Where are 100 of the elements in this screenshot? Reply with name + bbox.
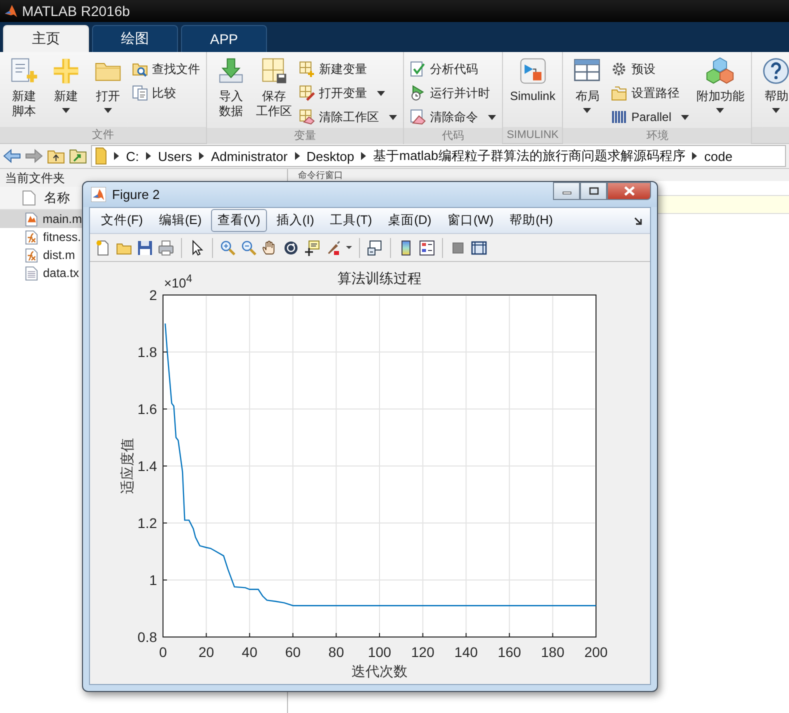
menu-item[interactable]: 帮助(H) (502, 209, 560, 232)
plus-icon (51, 56, 81, 86)
x-tick-label: 60 (285, 644, 301, 660)
ribbon-button[interactable]: 分析代码 (408, 58, 498, 80)
eraser-icon (410, 109, 426, 125)
ribbon-button[interactable]: 预设 (609, 58, 692, 80)
y-tick-label: 1.2 (138, 515, 157, 531)
printer-icon[interactable] (158, 240, 174, 256)
group-label: 文件 (92, 129, 114, 141)
parallel-bars-icon (611, 109, 628, 125)
separator-icon (294, 152, 300, 160)
path-segment[interactable]: Administrator (210, 148, 288, 164)
file-row[interactable]: main.m (0, 210, 82, 228)
ribbon-button[interactable]: 新建脚本 (4, 56, 44, 119)
ribbon-button[interactable]: 打开变量 (297, 82, 399, 104)
ribbon-button[interactable]: Parallel (609, 106, 692, 128)
column-header[interactable]: 名称 (0, 187, 82, 210)
minimize-button[interactable] (553, 182, 580, 200)
ribbon-button[interactable]: Simulink (507, 56, 558, 104)
ribbon-button[interactable]: 清除命令 (408, 106, 498, 128)
run-clock-icon (410, 85, 426, 101)
legend-icon[interactable] (419, 240, 435, 256)
separator-icon (692, 152, 698, 160)
rotate-icon[interactable] (283, 240, 299, 256)
brush-icon[interactable] (325, 240, 341, 256)
ribbon-button[interactable]: 清除工作区 (297, 106, 399, 128)
code-check-icon (410, 61, 426, 77)
y-axis-label: 适应度值 (119, 438, 135, 494)
group-label: 环境 (646, 130, 668, 142)
menu-item[interactable]: 查看(V) (210, 209, 268, 232)
menu-item[interactable]: 桌面(D) (381, 209, 438, 232)
window-title: MATLAB R2016b (22, 3, 130, 19)
x-axis-label: 迭代次数 (352, 663, 408, 679)
x-tick-label: 200 (584, 644, 608, 660)
path-segment[interactable]: Users (158, 148, 192, 164)
x-tick-label: 20 (198, 644, 214, 660)
figure-title: Figure 2 (112, 187, 160, 202)
ribbon-button[interactable]: 比较 (130, 82, 202, 104)
panel-title: 当前文件夹 (5, 171, 65, 185)
close-button[interactable] (607, 182, 651, 200)
data-cursor-icon[interactable] (304, 240, 320, 256)
ribbon-button[interactable]: 布局 (567, 56, 608, 113)
separator-icon (198, 152, 204, 160)
square-icon[interactable] (450, 240, 466, 256)
ribbon-button[interactable]: 附加功能 (693, 56, 748, 113)
gear-icon (611, 61, 628, 77)
path-segment[interactable]: 基于matlab编程粒子群算法的旅行商问题求解源码程序 (373, 147, 686, 165)
ribbon-button[interactable]: 设置路径 (609, 82, 692, 104)
panel-title: 命令行窗口 (298, 170, 343, 180)
ribbon-button[interactable]: 新建变量 (297, 58, 399, 80)
folder-up-icon[interactable] (47, 148, 65, 164)
y-tick-label: 1 (149, 572, 157, 588)
x-tick-label: 80 (328, 644, 344, 660)
text-file-icon (24, 266, 39, 280)
chart-title: 算法训练过程 (338, 270, 422, 286)
ribbon-button[interactable]: 保存工作区 (253, 56, 295, 119)
ribbon-tab[interactable]: APP (181, 25, 267, 52)
maximize-icon (588, 187, 598, 195)
new-file-icon[interactable] (95, 240, 111, 256)
link-plot-icon[interactable] (367, 240, 383, 256)
separator-icon (361, 152, 366, 160)
group-label: 代码 (442, 130, 464, 142)
ribbon-button[interactable]: 新建 (46, 56, 86, 113)
ribbon-button[interactable]: 查找文件 (130, 58, 202, 80)
function-file-icon (24, 248, 39, 262)
x-tick-label: 140 (454, 644, 478, 660)
dock-arrow-icon[interactable] (634, 216, 642, 224)
menu-item[interactable]: 插入(I) (269, 209, 322, 232)
folder-browse-icon[interactable] (69, 148, 87, 164)
compare-icon (132, 85, 148, 101)
menu-item[interactable]: 文件(F) (94, 209, 150, 232)
menu-item[interactable]: 窗口(W) (440, 209, 501, 232)
x-tick-label: 160 (498, 644, 522, 660)
ribbon-button[interactable]: 帮助 (756, 56, 789, 113)
ribbon-button[interactable]: 导入数据 (211, 56, 251, 119)
window-icon[interactable] (471, 240, 487, 256)
menu-item[interactable]: 工具(T) (323, 209, 380, 232)
back-arrow-icon[interactable] (3, 149, 21, 163)
zoom-out-icon[interactable] (241, 240, 257, 256)
matlab-logo-icon (91, 187, 106, 202)
path-segment[interactable]: C: (126, 148, 139, 164)
y-tick-label: 1.8 (138, 344, 157, 360)
matlab-logo-icon (4, 4, 18, 18)
path-field[interactable]: C: Users Administrator Desktop 基于matlab编程粒子群算法的旅行商问题求解源码程序 code (91, 145, 786, 167)
file-icon (22, 190, 36, 206)
ribbon-tab[interactable]: 绘图 (92, 25, 178, 52)
ribbon-button[interactable]: 打开 (88, 56, 128, 113)
close-icon (624, 186, 634, 196)
file-row[interactable]: data.tx (0, 264, 82, 282)
help-icon (761, 56, 789, 86)
script-file-icon (24, 212, 39, 226)
ribbon-button[interactable]: 运行并计时 (408, 82, 498, 104)
file-row[interactable]: dist.m (0, 246, 82, 264)
ribbon-tab[interactable]: 主页 (3, 25, 89, 52)
path-segment[interactable]: code (704, 148, 732, 164)
zoom-in-icon[interactable] (220, 240, 236, 256)
menu-item[interactable]: 编辑(E) (152, 209, 209, 232)
path-segment[interactable]: Desktop (306, 148, 354, 164)
file-row[interactable]: fitness. (0, 228, 82, 246)
maximize-button[interactable] (580, 182, 607, 200)
